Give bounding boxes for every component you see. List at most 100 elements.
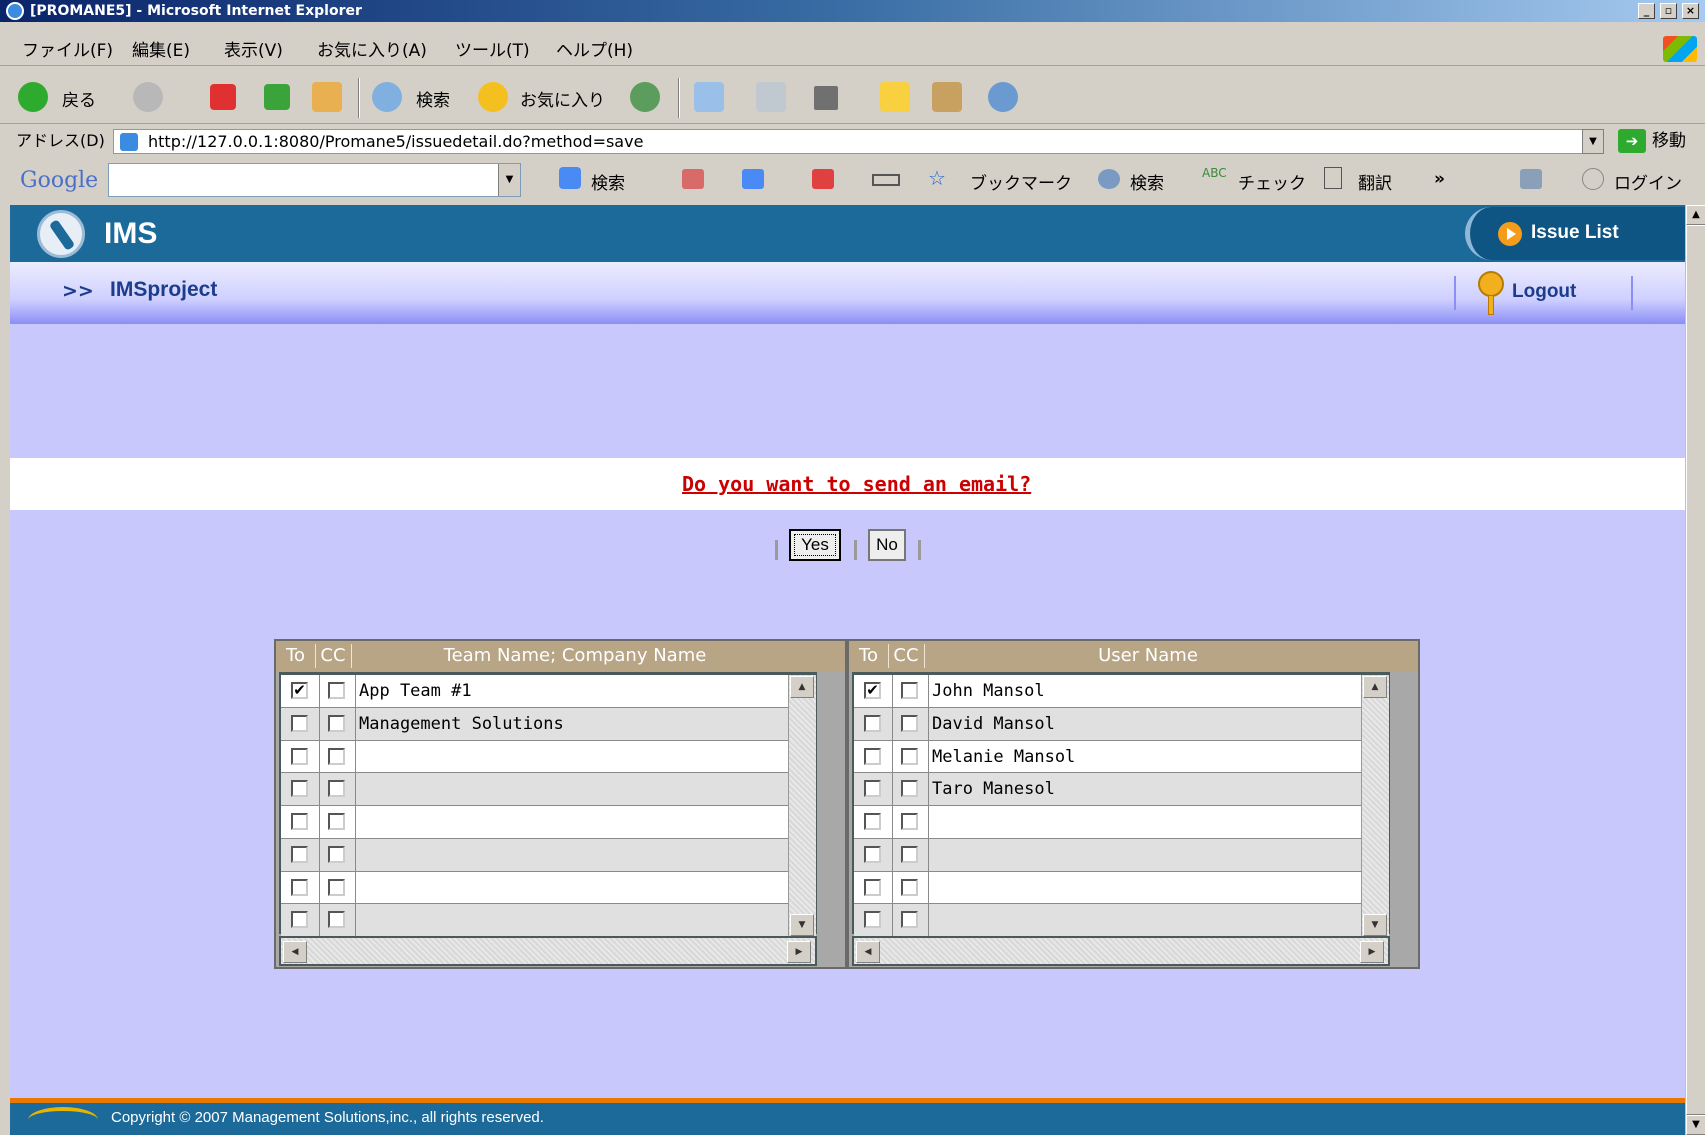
yes-button[interactable]: Yes [789,529,841,561]
site-search-label[interactable]: 検索 [1130,169,1164,194]
to-checkbox[interactable] [864,747,881,765]
to-checkbox[interactable] [864,714,881,732]
to-checkbox[interactable] [291,714,308,732]
to-checkbox[interactable] [864,845,881,863]
cc-checkbox[interactable] [901,747,918,765]
search-icon[interactable] [372,82,402,112]
edit-icon[interactable] [814,86,838,110]
spellcheck-icon[interactable]: ABC [1202,166,1227,180]
address-dropdown[interactable]: ▼ [1582,129,1604,154]
plus-icon[interactable] [742,169,764,189]
bookmarks-label[interactable]: ブックマーク [970,169,1072,194]
scroll-right-icon[interactable]: ▶ [1360,941,1384,963]
cc-checkbox[interactable] [328,780,345,798]
search-label[interactable]: 検索 [416,86,450,111]
scroll-down-icon[interactable]: ▼ [1363,914,1387,936]
bookmark-icon[interactable] [682,169,704,189]
scroll-up-icon[interactable]: ▲ [1686,205,1705,225]
forward-icon[interactable] [133,82,163,112]
cc-checkbox[interactable] [901,813,918,830]
no-button[interactable]: No [868,529,906,561]
go-button[interactable]: ➔ 移動 [1618,128,1686,154]
mail-icon[interactable] [694,82,724,112]
menu-edit[interactable]: 編集(E) [132,36,190,66]
research-icon[interactable] [932,82,962,112]
spellcheck-label[interactable]: チェック [1238,169,1306,194]
login-label[interactable]: ログイン [1614,169,1682,194]
scroll-down-icon[interactable]: ▼ [790,914,814,936]
favorites-star-icon[interactable] [478,82,508,112]
cc-checkbox[interactable] [901,682,918,699]
minimize-button[interactable]: _ [1638,3,1655,19]
cc-checkbox[interactable] [328,714,345,732]
menu-tools[interactable]: ツール(T) [455,36,530,66]
cc-checkbox[interactable] [328,747,345,765]
scroll-left-icon[interactable]: ◀ [856,941,880,963]
menu-favorites[interactable]: お気に入り(A) [317,36,427,66]
print-icon[interactable] [756,82,786,112]
cc-checkbox[interactable] [328,878,345,896]
to-checkbox[interactable] [864,878,881,896]
scroll-right-icon[interactable]: ▶ [787,941,811,963]
autofill-icon[interactable] [872,174,900,186]
close-button[interactable]: × [1682,3,1699,19]
messenger-icon[interactable] [988,82,1018,112]
page-vertical-scrollbar[interactable]: ▲ ▼ [1685,205,1705,1135]
bookmark-star-icon[interactable]: ☆ [928,166,946,190]
site-search-icon[interactable] [1098,169,1120,189]
cc-checkbox[interactable] [901,911,918,929]
discuss-icon[interactable] [880,82,910,112]
cc-checkbox[interactable] [901,714,918,732]
cc-checkbox[interactable] [328,682,345,699]
history-icon[interactable] [630,82,660,112]
to-checkbox[interactable] [864,911,881,929]
google-search-dropdown[interactable]: ▼ [498,164,520,196]
to-checkbox[interactable]: ✔ [291,682,308,699]
to-checkbox[interactable] [864,780,881,798]
maximize-button[interactable]: ▫ [1660,3,1677,19]
cc-checkbox[interactable] [328,911,345,929]
to-checkbox[interactable] [291,878,308,896]
menu-file[interactable]: ファイル(F) [22,36,113,66]
menu-view[interactable]: 表示(V) [224,36,283,66]
vertical-scrollbar[interactable]: ▲ ▼ [1361,675,1389,937]
stop-icon[interactable] [210,84,236,110]
back-icon[interactable] [18,82,48,112]
address-url[interactable]: http://127.0.0.1:8080/Promane5/issuedeta… [148,132,643,151]
scroll-down-icon[interactable]: ▼ [1686,1115,1705,1135]
scroll-left-icon[interactable]: ◀ [283,941,307,963]
google-search-icon[interactable] [559,167,581,189]
address-input[interactable]: http://127.0.0.1:8080/Promane5/issuedeta… [113,129,1586,154]
to-checkbox[interactable] [291,780,308,798]
translate-label[interactable]: 翻訳 [1358,169,1392,194]
issue-list-label[interactable]: Issue List [1531,222,1619,244]
popup-blocker-icon[interactable] [812,169,834,189]
cc-checkbox[interactable] [328,813,345,830]
menu-help[interactable]: ヘルプ(H) [556,36,633,66]
key-icon[interactable] [1478,271,1504,315]
to-checkbox[interactable] [864,813,881,830]
google-search-input[interactable]: ▼ [108,163,521,197]
more-chevron-icon[interactable]: » [1434,169,1445,189]
vertical-scrollbar[interactable]: ▲ ▼ [788,675,816,937]
scroll-up-icon[interactable]: ▲ [1363,676,1387,698]
google-search-label[interactable]: 検索 [591,169,625,194]
back-label[interactable]: 戻る [62,86,96,111]
horizontal-scrollbar[interactable]: ◀ ▶ [279,936,817,966]
home-icon[interactable] [312,82,342,112]
refresh-icon[interactable] [264,84,290,110]
favorites-label[interactable]: お気に入り [520,86,605,111]
to-checkbox[interactable]: ✔ [864,682,881,699]
to-checkbox[interactable] [291,747,308,765]
horizontal-scrollbar[interactable]: ◀ ▶ [852,936,1390,966]
cc-checkbox[interactable] [328,845,345,863]
cc-checkbox[interactable] [901,878,918,896]
wrench-icon[interactable] [1520,169,1542,189]
scroll-up-icon[interactable]: ▲ [790,676,814,698]
logout-link[interactable]: Logout [1512,281,1576,303]
to-checkbox[interactable] [291,813,308,830]
issue-list-tab[interactable]: Issue List [1465,207,1685,260]
scroll-thumb[interactable] [1686,225,1705,1115]
cc-checkbox[interactable] [901,845,918,863]
login-circle-icon[interactable] [1582,168,1604,190]
